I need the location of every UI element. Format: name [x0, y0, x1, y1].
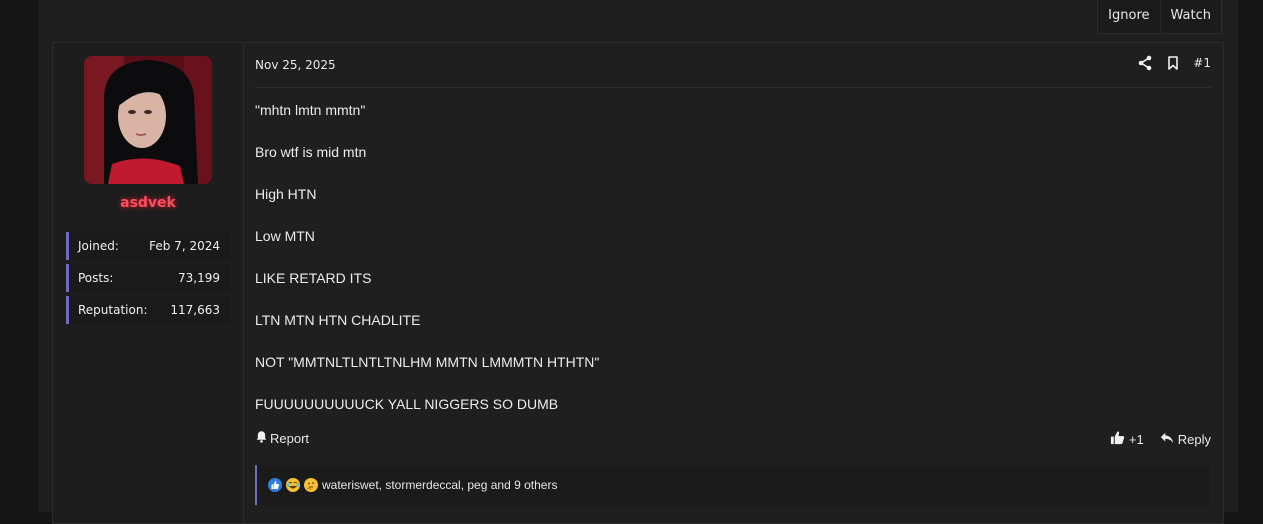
stat-value: 73,199 — [178, 271, 220, 285]
post-line: FUUUUUUUUUUCK YALL NIGGERS SO DUMB — [255, 396, 559, 412]
ignore-button[interactable]: Ignore — [1098, 0, 1159, 33]
post: asdvek Joined: Feb 7, 2024 Posts: 73,199… — [52, 42, 1224, 524]
message-column: Nov 25, 2025 #1 "mhtn lmtn mmtn" Bro wtf… — [255, 43, 1211, 523]
post-line: LTN MTN HTN CHADLITE — [255, 312, 421, 328]
post-line: LIKE RETARD ITS — [255, 270, 372, 286]
post-line: NOT "MMTNLTLNTLTNLHM MMTN LMMMTN HTHTN" — [255, 354, 600, 370]
avatar[interactable] — [84, 56, 212, 184]
reply-icon — [1160, 431, 1174, 448]
stat-value: Feb 7, 2024 — [149, 239, 220, 253]
page: Ignore Watch asdvek Joined: Feb 7, 2024 … — [38, 0, 1238, 524]
message-header: Nov 25, 2025 #1 — [255, 43, 1211, 88]
post-line: Bro wtf is mid mtn — [255, 144, 367, 160]
like-button[interactable]: +1 — [1110, 430, 1144, 448]
bookmark-icon[interactable] — [1165, 55, 1181, 71]
bell-icon — [255, 430, 268, 446]
reply-button[interactable]: Reply — [1160, 431, 1211, 448]
user-stats: Joined: Feb 7, 2024 Posts: 73,199 Reputa… — [66, 232, 230, 328]
share-icon[interactable] — [1137, 55, 1153, 71]
post-line: "mhtn lmtn mmtn" — [255, 102, 366, 118]
post-number-link[interactable]: #1 — [1193, 56, 1211, 70]
post-body: "mhtn lmtn mmtn" Bro wtf is mid mtn High… — [255, 99, 1211, 435]
stat-label: Joined: — [78, 239, 119, 253]
like-reaction-icon — [268, 478, 282, 492]
like-count: +1 — [1128, 431, 1144, 447]
stat-posts: Posts: 73,199 — [66, 264, 230, 292]
stat-joined: Joined: Feb 7, 2024 — [66, 232, 230, 260]
avatar-image — [84, 56, 212, 184]
thread-actions: Ignore Watch — [1097, 0, 1222, 34]
header-icons: #1 — [1137, 55, 1211, 71]
report-label: Report — [270, 430, 310, 446]
post-date[interactable]: Nov 25, 2025 — [255, 58, 336, 72]
watch-button[interactable]: Watch — [1159, 0, 1221, 33]
report-button[interactable]: Report — [255, 430, 309, 446]
right-actions: +1 Reply — [1110, 430, 1211, 448]
stat-reputation: Reputation: 117,663 — [66, 296, 230, 324]
post-line: High HTN — [255, 186, 317, 202]
post-actions: Report +1 Reply — [255, 430, 1211, 450]
thumbs-up-icon — [1110, 430, 1125, 448]
username[interactable]: asdvek — [53, 195, 243, 211]
stat-label: Posts: — [78, 271, 114, 285]
post-line: Low MTN — [255, 228, 315, 244]
reactions-users[interactable]: wateriswet, stormerdeccal, peg and 9 oth… — [322, 478, 557, 492]
stat-value: 117,663 — [170, 303, 220, 317]
reactions-bar[interactable]: wateriswet, stormerdeccal, peg and 9 oth… — [255, 465, 1211, 505]
laughing-tears-icon — [286, 478, 300, 492]
stat-label: Reputation: — [78, 303, 148, 317]
thinking-face-icon — [304, 478, 318, 492]
reply-label: Reply — [1177, 431, 1211, 447]
user-sidebar: asdvek Joined: Feb 7, 2024 Posts: 73,199… — [53, 43, 244, 523]
